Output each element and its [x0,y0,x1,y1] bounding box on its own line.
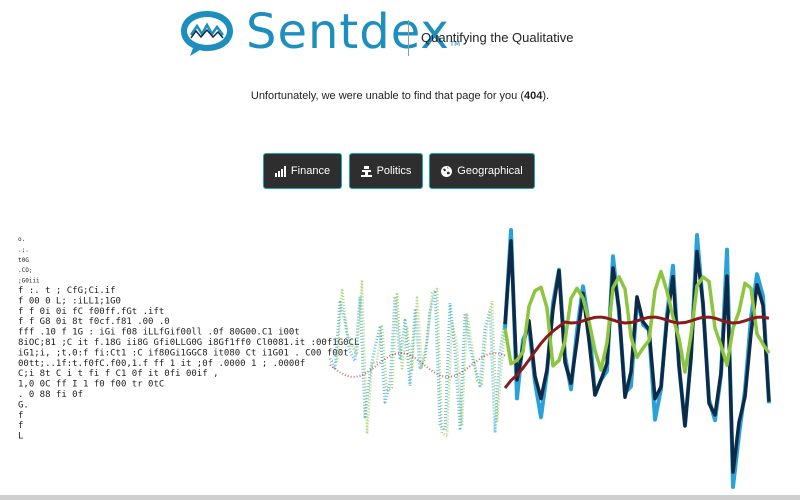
chart-lines [328,228,771,489]
ascii-art-row: o. [18,236,25,243]
ascii-art-row: 1,0 0C ff I 1 f0 f00 tr 0tC [18,380,164,390]
error-text-suffix: ). [542,90,550,102]
error-text-prefix: Unfortunately, we were unable to find th… [250,90,525,102]
ascii-art-row: C;i 8t C i t fi f C1 0f it 0fi 00if , [18,369,218,379]
ascii-art-row: .CO; [18,267,32,274]
error-message: Unfortunately, we were unable to find th… [0,90,800,102]
ascii-art-row: f [18,421,23,431]
site-header: SentdexTM Quantifying the Qualitative [0,0,800,70]
ascii-art-row: f f 0i 0i fC f00ff.fGt .ift [18,307,164,317]
ascii-art-row: . 0 88 fi 0f [18,390,83,400]
category-nav: Finance Politics Geographical [0,153,800,191]
ascii-art-text: o. .;. t0G .CO; ;G0iii f:. t ; CfG;Ci.i… [18,236,359,442]
ascii-art-row: f 00 0 L; :iLL1;1G0 [18,296,121,306]
ascii-art-row: t0G [18,257,29,264]
finance-label: Finance [290,165,331,177]
politics-label: Politics [376,165,412,177]
error-code: 404 [524,90,543,102]
politics-button[interactable]: Politics [349,153,423,189]
bottom-border [0,495,800,500]
sentdex-logo-icon[interactable] [178,8,236,58]
ascii-art-row: 8iOC;81 ;C it f.18G ii8G Gfi0LLG0G i8Gf1… [18,338,359,348]
ascii-art-row: G. [18,400,29,410]
podium-icon [360,165,372,177]
finance-button[interactable]: Finance [263,153,342,189]
ascii-art-row: 00tt;..1f:t.f0fC.f00,1.f ff 1 it ;0f .00… [18,359,305,369]
header-divider [408,20,409,56]
ascii-art-row: L [18,432,23,442]
ascii-art-row: f :. t ; CfG;Ci.if [18,286,116,296]
ascii-art-row: f f G8 0i 8t f0cf.f81 .00 .0 [18,317,170,327]
ascii-art-row: f [18,411,23,421]
ascii-art-row: fff .10 f 1G : iGi f08 iLLfGif00ll .0f 8… [18,328,300,338]
tagline: Quantifying the Qualitative [421,30,574,45]
brand-name: Sentdex [246,4,450,60]
ascii-art-row: iG1;i, ;t.0:f fi:Ct1 :C if80Gi1GGC8 it08… [18,348,349,358]
geographical-button[interactable]: Geographical [429,153,535,189]
decorative-chart-art: o. .;. t0G .CO; ;G0iii f:. t ; CfG;Ci.i… [18,228,771,489]
ascii-art-row: ;G0iii [18,278,40,285]
globe-icon [441,165,453,177]
ascii-art-row: .;. [18,246,29,253]
bar-chart-icon [274,165,286,177]
geographical-label: Geographical [457,165,523,177]
dotted-blue-line [328,291,507,435]
